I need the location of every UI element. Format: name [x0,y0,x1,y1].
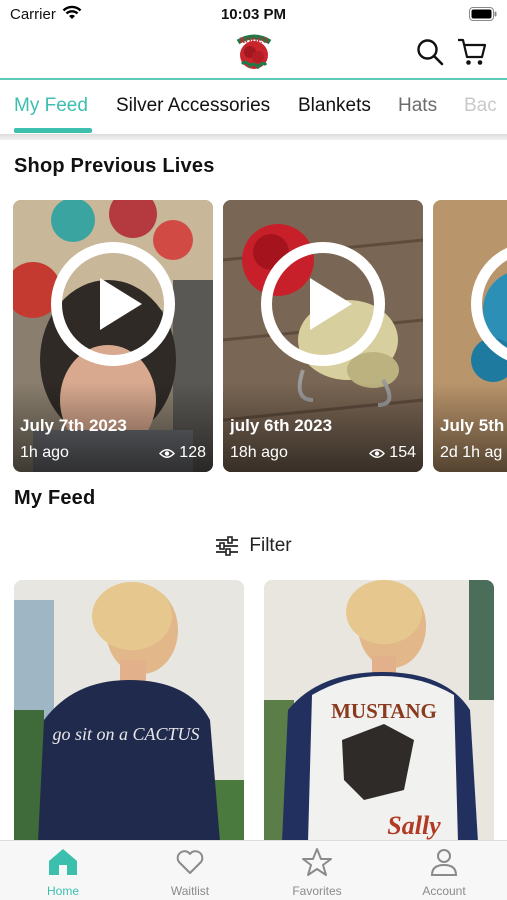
filter-sliders-icon [216,536,239,556]
view-count: 128 [179,444,206,461]
product-card[interactable]: MUSTANG Sally [264,580,494,842]
product-card[interactable]: go sit on a CACTUS [14,580,244,842]
status-bar: Carrier 10:03 PM [0,0,507,28]
product-image: MUSTANG Sally [264,580,494,842]
svg-text:go sit on a CACTUS: go sit on a CACTUS [52,724,199,744]
live-views: 154 [369,444,416,462]
eye-icon [159,448,176,458]
rodeo-logo[interactable]: RODEO [236,32,272,72]
star-icon [302,848,332,876]
filter-label: Filter [249,535,292,556]
play-button[interactable] [51,242,175,366]
live-date: July 7th 2023 [20,416,127,435]
header-divider [0,78,507,80]
product-image: go sit on a CACTUS [14,580,244,842]
view-count: 154 [389,444,416,461]
svg-text:MUSTANG: MUSTANG [331,699,437,723]
tab-my-feed[interactable]: My Feed [14,95,88,117]
nav-waitlist[interactable]: Waitlist [127,847,253,898]
live-time-ago: 18h ago [230,444,288,461]
category-tabs: My Feed Silver Accessories Blankets Hats… [0,82,507,134]
person-icon [430,849,458,876]
clock: 10:03 PM [220,6,287,23]
nav-label: Waitlist [170,884,210,898]
eye-icon [369,448,386,458]
play-icon [310,278,352,330]
nav-label: Account [422,884,466,898]
tab-hats[interactable]: Hats [398,95,437,117]
live-date: July 5th [440,416,505,435]
app-header: RODEO [0,28,507,80]
filter-button[interactable]: Filter [0,533,507,559]
tab-bags[interactable]: Bac [464,95,497,117]
section-title-lives: Shop Previous Lives [14,155,215,177]
search-icon[interactable] [416,38,444,66]
live-card[interactable]: july 6th 2023 18h ago 154 [223,200,423,472]
nav-home[interactable]: Home [0,847,126,898]
heart-icon [176,850,204,874]
lives-carousel[interactable]: July 7th 2023 1h ago 128 july 6th 2023 1… [0,200,507,472]
cart-icon[interactable] [456,36,488,68]
nav-label: Favorites [292,884,342,898]
live-views: 128 [159,444,206,462]
svg-text:RODEO: RODEO [239,36,268,45]
active-tab-indicator [14,128,92,133]
home-icon [49,849,77,875]
nav-label: Home [46,884,79,898]
live-time-ago: 2d 1h ag [440,444,503,461]
live-time-ago: 1h ago [20,444,69,461]
live-card[interactable]: July 5th 2d 1h ag [433,200,507,472]
nav-account[interactable]: Account [381,847,507,898]
tabs-shadow [0,134,507,140]
live-card[interactable]: July 7th 2023 1h ago 128 [13,200,213,472]
live-date: july 6th 2023 [230,416,333,435]
play-button[interactable] [261,242,385,366]
section-title-feed: My Feed [14,487,96,509]
svg-text:Sally: Sally [387,811,441,840]
battery-icon [469,7,497,21]
nav-favorites[interactable]: Favorites [254,847,380,898]
bottom-tab-bar: Home Waitlist Favorites Account [0,840,507,900]
play-icon [100,278,142,330]
tab-blankets[interactable]: Blankets [298,95,371,117]
tab-silver-accessories[interactable]: Silver Accessories [116,95,270,117]
